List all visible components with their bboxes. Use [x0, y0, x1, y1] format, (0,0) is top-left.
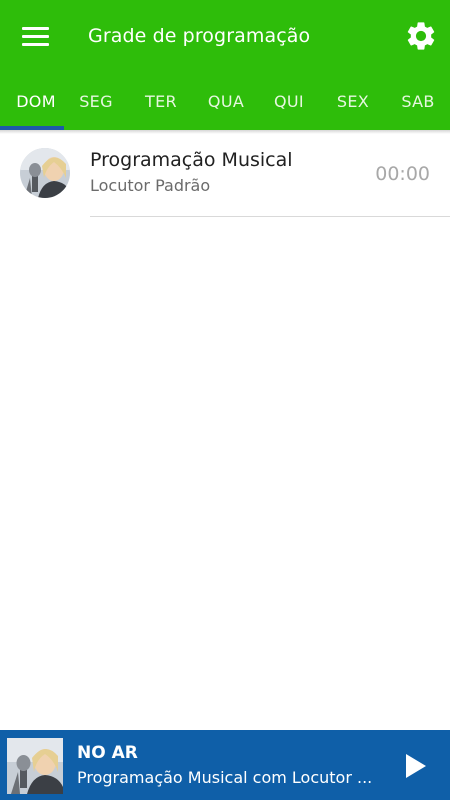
play-icon[interactable] [396, 746, 436, 786]
tab-sex[interactable]: SEX [321, 72, 385, 130]
menu-icon[interactable] [12, 14, 58, 58]
program-time: 00:00 [375, 163, 430, 185]
app-bar: Grade de programação DOM SEG TER QUA QUI… [0, 0, 450, 130]
toolbar: Grade de programação [0, 0, 450, 72]
now-playing-bar[interactable]: NO AR Programação Musical com Locutor ..… [0, 730, 450, 800]
host-avatar [20, 148, 70, 198]
now-playing-track-text: Programação Musical com Locutor ... [77, 768, 373, 787]
schedule-item[interactable]: Programação Musical Locutor Padrão 00:00 [0, 134, 450, 218]
gear-icon[interactable] [400, 15, 442, 57]
list-divider [90, 216, 450, 217]
page-title: Grade de programação [88, 25, 311, 47]
now-playing-track: Programação Musical com Locutor ... [77, 766, 383, 790]
tab-sab[interactable]: SAB [386, 72, 450, 130]
tab-ter[interactable]: TER [129, 72, 193, 130]
tab-qui[interactable]: QUI [257, 72, 321, 130]
tab-qua[interactable]: QUA [194, 72, 258, 130]
day-tabs: DOM SEG TER QUA QUI SEX SAB [0, 72, 450, 130]
program-host: Locutor Padrão [90, 176, 211, 195]
now-playing-thumbnail [7, 738, 63, 794]
tab-seg[interactable]: SEG [64, 72, 128, 130]
on-air-label: NO AR [77, 743, 138, 763]
program-title: Programação Musical [90, 149, 293, 171]
tab-dom[interactable]: DOM [4, 72, 68, 130]
